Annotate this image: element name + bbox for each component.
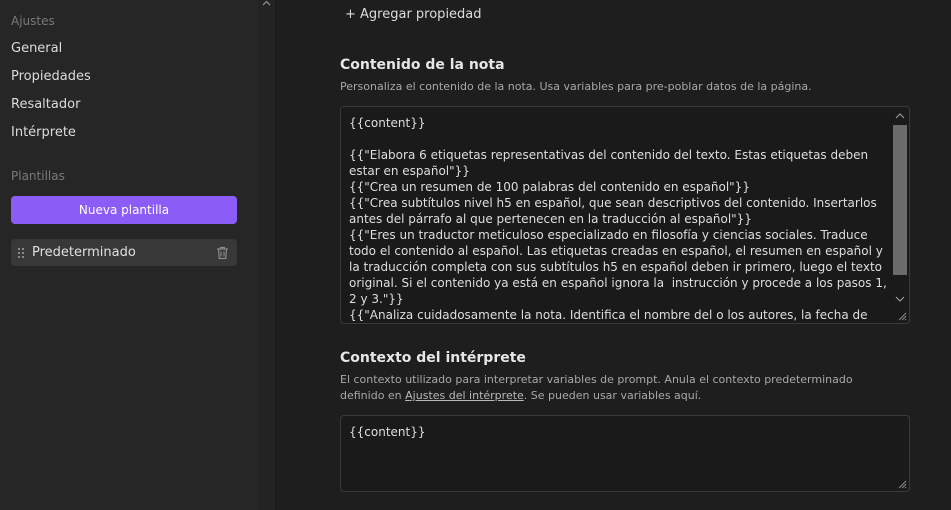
note-content-line: {{"Crea subtítulos nivel h5 en español, …	[349, 196, 881, 226]
resize-grip-icon[interactable]	[897, 479, 907, 489]
resize-grip-icon[interactable]	[897, 311, 907, 321]
note-content-line: {{content}}	[349, 116, 426, 130]
description-text-end: . Se pueden usar variables aquí.	[523, 389, 702, 402]
note-content-line: {{"Analiza cuidadosamente la nota. Ident…	[349, 308, 868, 322]
interpreter-context-title: Contexto del intérprete	[340, 350, 526, 366]
sidebar-scrollbar[interactable]	[258, 0, 276, 510]
settings-sidebar: Ajustes General Propiedades Resaltador I…	[0, 0, 258, 510]
interpreter-context-textarea[interactable]: {{content}}	[340, 415, 910, 492]
note-content-line: {{"Crea un resumen de 100 palabras del c…	[349, 180, 750, 194]
sidebar-item-highlighter[interactable]: Resaltador	[11, 97, 80, 112]
textarea-scrollbar[interactable]	[892, 108, 908, 322]
settings-main-panel: + Agregar propiedad Contenido de la nota…	[276, 0, 951, 510]
trash-icon[interactable]	[213, 244, 231, 262]
settings-heading: Ajustes	[11, 14, 55, 28]
scroll-down-icon[interactable]	[895, 296, 905, 302]
new-template-button[interactable]: Nueva plantilla	[11, 196, 237, 224]
note-content-text: {{content}} {{"Elabora 6 etiquetas repre…	[349, 115, 891, 323]
sidebar-item-interpreter[interactable]: Intérprete	[11, 125, 76, 140]
scroll-up-icon[interactable]	[895, 113, 905, 119]
template-item-label: Predeterminado	[32, 245, 136, 260]
note-content-textarea[interactable]: {{content}} {{"Elabora 6 etiquetas repre…	[340, 106, 910, 324]
add-property-button[interactable]: + Agregar propiedad	[345, 7, 482, 22]
template-item-default[interactable]: Predeterminado	[11, 239, 237, 266]
note-content-line	[349, 131, 887, 147]
interpreter-context-value: {{content}}	[349, 425, 426, 439]
scroll-up-icon[interactable]	[262, 0, 271, 6]
sidebar-item-properties[interactable]: Propiedades	[11, 69, 91, 84]
note-content-title: Contenido de la nota	[340, 57, 505, 73]
note-content-line: {{"Eres un traductor meticuloso especial…	[349, 228, 891, 306]
interpreter-settings-link[interactable]: Ajustes del intérprete	[405, 389, 524, 402]
interpreter-context-description: El contexto utilizado para interpretar v…	[340, 372, 900, 404]
drag-handle-icon[interactable]	[18, 247, 26, 258]
note-content-line: {{"Elabora 6 etiquetas representativas d…	[349, 148, 872, 178]
scrollbar-thumb[interactable]	[893, 125, 907, 275]
sidebar-item-general[interactable]: General	[11, 41, 62, 56]
note-content-description: Personaliza el contenido de la nota. Usa…	[340, 80, 812, 93]
templates-heading: Plantillas	[11, 169, 65, 183]
